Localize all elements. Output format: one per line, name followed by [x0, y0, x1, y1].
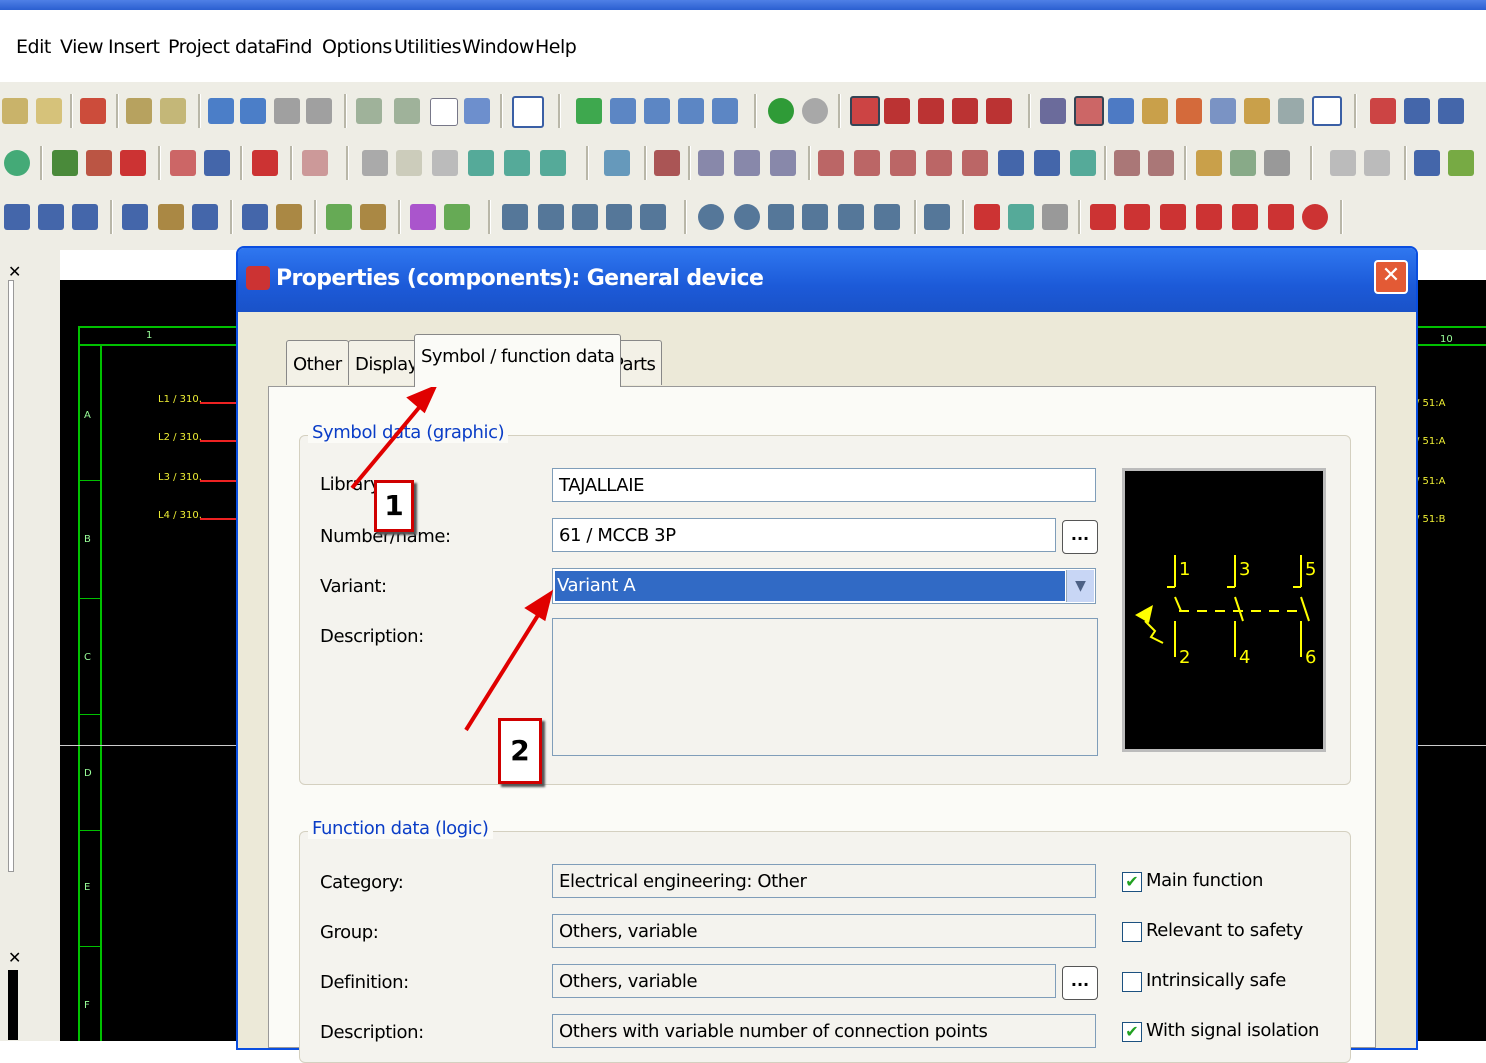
callout-2-arrow	[464, 610, 542, 732]
callout-1: 1	[374, 480, 414, 532]
callout-2: 2	[498, 718, 542, 784]
callout-1-arrowhead	[406, 384, 438, 414]
callout-2-arrowhead	[524, 589, 554, 622]
callout-1-arrow	[350, 402, 424, 490]
tab-symbol-function-data[interactable]: Symbol / function data	[414, 334, 622, 387]
annotation-overlay	[350, 384, 554, 732]
